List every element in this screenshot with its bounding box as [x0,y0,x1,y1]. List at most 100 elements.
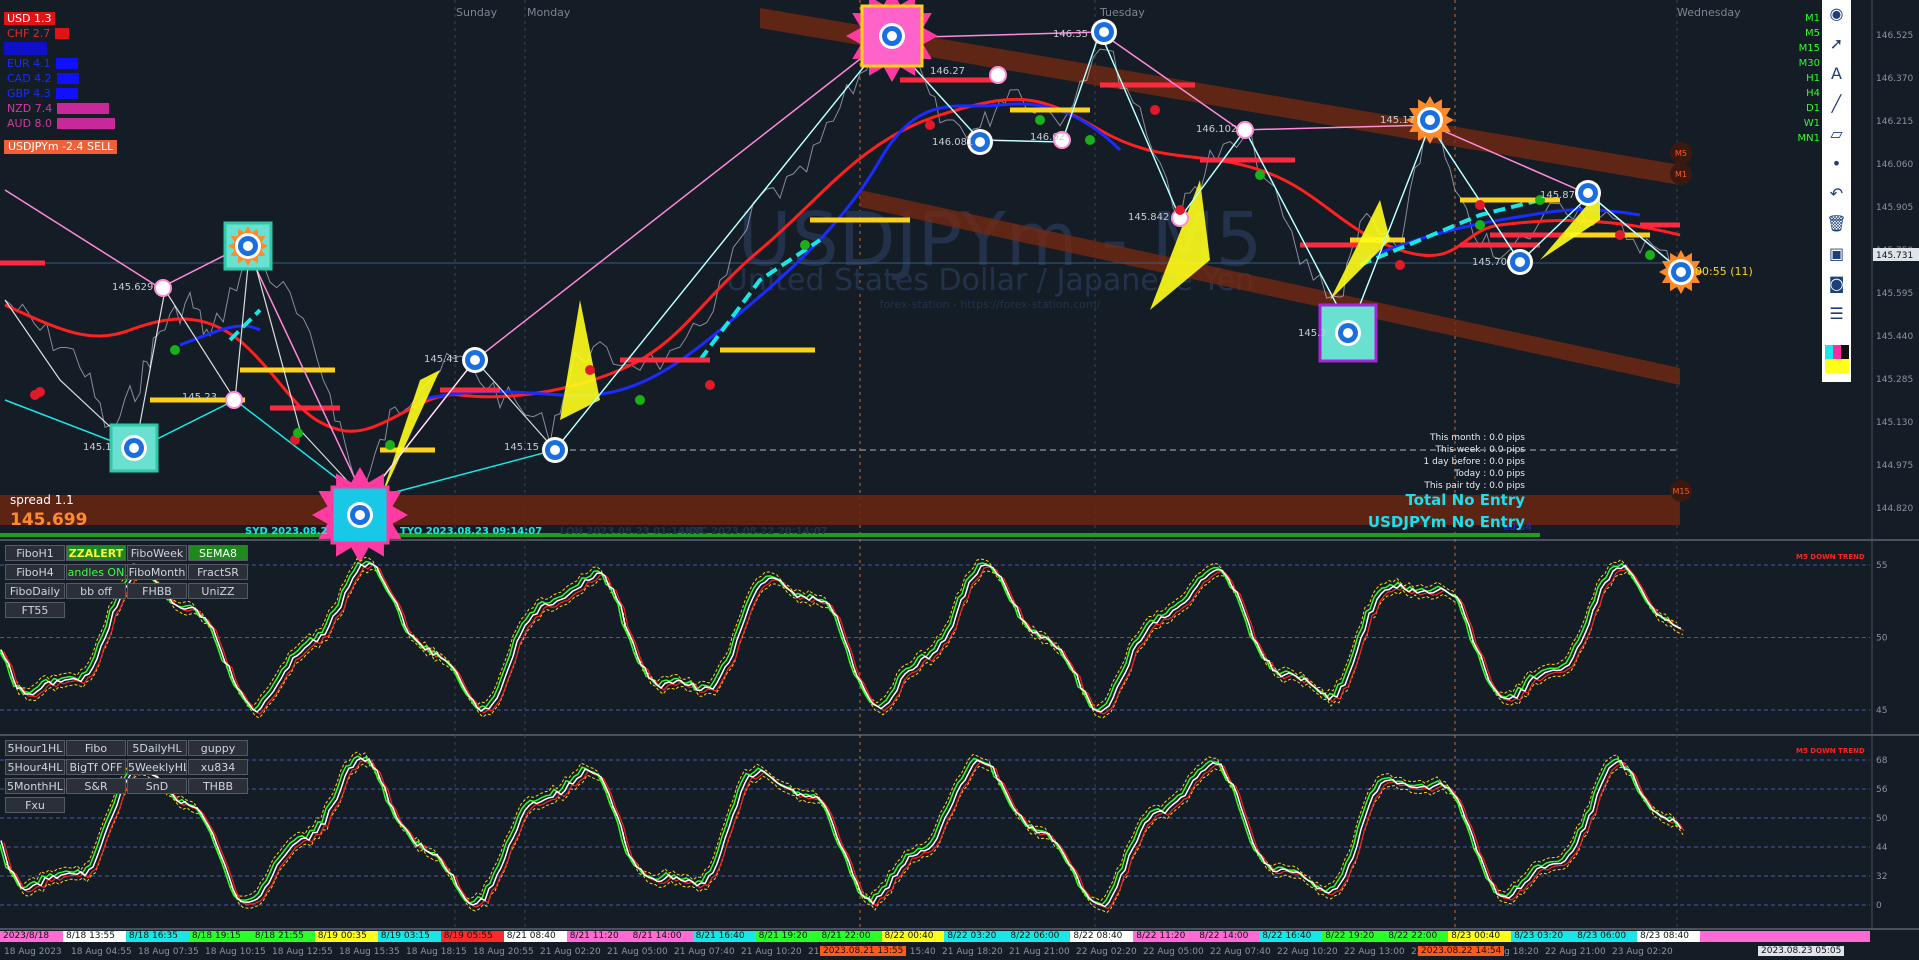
color-swatch-grid [1824,345,1849,373]
source-watermark: forex-station - https://forex-station.co… [880,298,1101,311]
indicator-toggle-button[interactable]: FHBB [127,583,187,599]
session-time-segment: 8/23 06:00 [1574,931,1639,942]
pivot-ring-marker [243,241,253,251]
currency-strength-label: CAD 4.2 [7,72,52,85]
indicator-toggle-button[interactable]: FiboWeek [127,545,187,561]
currency-strength-bar [56,73,79,84]
oscillator-level-label: 50 [1876,634,1888,644]
session-time-segment: 8/18 19:15 [188,931,253,942]
currency-strength-bar [55,28,70,39]
indicator-toggle-button[interactable]: FractSR [188,564,248,580]
total-entry-status: Total No Entry [1405,491,1525,509]
pivot-ring-marker [550,445,560,455]
currency-strength-label: JPY 3.0 [4,42,48,55]
price-label: 146.27 [930,66,965,77]
pip-stat-day-before: 1 day before : 0.0 pips [1423,457,1525,467]
indicator-toggle-button[interactable]: Fibo [66,740,126,756]
save-icon[interactable]: ▣ [1824,240,1849,266]
indicator-toggle-button[interactable]: FiboH1 [5,545,65,561]
pip-stat-month: This month : 0.0 pips [1429,433,1525,443]
time-axis-label: 22 Aug 13:00 [1344,947,1405,957]
indicator-toggle-button[interactable]: 5WeeklyHL [127,759,187,775]
pivot-ring-marker [470,355,480,365]
currency-strength-row: CHF 2.7 [4,26,144,41]
trash-icon[interactable]: 🗑 [1824,210,1849,236]
indicator-toggle-button[interactable]: BigTf OFF [66,759,126,775]
indicator-toggle-button[interactable]: FT55 [5,602,65,618]
indicator-toggle-button[interactable]: S&R [66,778,126,794]
price-label: 146.102 [1196,124,1237,135]
indicator-toggle-button[interactable]: SnD [127,778,187,794]
oscillator-level-label: 44 [1876,843,1888,853]
session-time-segment: 8/19 05:55 [440,931,505,942]
dot-icon[interactable]: • [1824,150,1849,176]
session-time-segment: 8/18 13:55 [63,931,127,942]
indicator-toggle-button[interactable]: guppy [188,740,248,756]
currency-strength-bar [57,118,116,129]
pip-stat-pair-today: This pair tdy : 0.0 pips [1424,481,1525,491]
swing-point-marker [225,391,243,409]
currency-strength-row: NZD 7.4 [4,101,144,116]
session-time-segment: 8/21 08:40 [503,931,568,942]
oscillator-level-label: 68 [1876,756,1888,766]
price-label: 145.70 [1472,257,1507,268]
indicator-toggle-button[interactable]: UniZZ [188,583,248,599]
indicator-toggle-button[interactable]: xu834 [188,759,248,775]
eraser-icon[interactable]: ▱ [1824,120,1849,146]
indicator-toggle-button[interactable]: FiboDaily [5,583,65,599]
text-icon[interactable]: A [1824,60,1849,86]
cursor-icon[interactable]: ➚ [1824,30,1849,56]
timeframe-label-w1: W1 [1803,118,1820,129]
currency-strength-bar [55,88,78,99]
oscillator-level-label: 32 [1876,872,1887,882]
currency-strength-label: AUD 8.0 [7,117,53,130]
pivot-ring-marker [1515,257,1525,267]
line-icon[interactable]: ╱ [1824,90,1849,116]
indicator-toggle-button[interactable]: FiboH4 [5,564,65,580]
price-label: 146.081 [932,137,973,148]
session-time-segment: 8/22 06:00 [1007,931,1072,942]
eye-icon[interactable]: ◉ [1824,0,1849,26]
oscillator-level-label: 0 [1876,901,1882,911]
timeframe-bubble-label: M1 [1675,170,1687,179]
fractal-dot [1475,200,1485,210]
fractal-dot [925,120,935,130]
indicator-toggle-button[interactable]: THBB [188,778,248,794]
indicator-toggle-button[interactable]: bb off [66,583,126,599]
indicator-toggle-button[interactable]: 5Hour1HL [5,740,65,756]
time-axis-label: 18 Aug 04:55 [71,947,132,957]
indicator-toggle-button[interactable]: Fxu [5,797,65,813]
time-axis-label: 21 Aug 05:00 [607,947,668,957]
session-time-segment: 8/22 16:40 [1259,931,1324,942]
camera-icon[interactable]: ◙ [1824,270,1849,296]
pip-stat-week: This week : 0.0 pips [1435,445,1525,455]
main-price-chart[interactable]: USDJPYm - M5United States Dollar / Japan… [0,0,1919,960]
highlight-time-tag: 2023.08.21 13:55 [820,946,907,956]
color-swatch [1840,359,1849,373]
day-label-tuesday: Tuesday [1100,6,1145,19]
timeframe-label-m1: M1 [1805,13,1820,24]
indicator-toggle-button[interactable]: 5Hour4HL [5,759,65,775]
undo-icon[interactable]: ↶ [1824,180,1849,206]
fractal-dot [1150,105,1160,115]
session-time-segment: 8/21 11:20 [566,931,631,942]
swing-point-marker [989,66,1007,84]
indicator-toggle-button[interactable]: 5DailyHL [127,740,187,756]
pair-entry-status: USDJPYm No Entry [1367,513,1525,531]
indicator-toggle-button[interactable]: FiboMonth [127,564,187,580]
fractal-dot [1645,250,1655,260]
fractal-dot [635,395,645,405]
clipboard-icon[interactable]: ☰ [1824,300,1849,326]
indicator-toggle-button[interactable]: andles ON [66,564,126,580]
pivot-ring-marker [129,443,139,453]
price-axis-label: 146.370 [1876,74,1913,84]
color-swatch [1824,345,1833,359]
indicator-toggle-button[interactable]: SEMA8 [188,545,248,561]
day-label-sunday: Sunday [456,6,498,19]
indicator-toggle-button[interactable]: ZZALERT [66,545,126,561]
price-axis-label: 145.130 [1876,418,1913,428]
current-price-tag: 145.731 [1876,251,1913,261]
color-palette-icon[interactable] [1824,330,1849,388]
currency-strength-row: GBP 4.3 [4,86,144,101]
indicator-toggle-button[interactable]: 5MonthHL [5,778,65,794]
